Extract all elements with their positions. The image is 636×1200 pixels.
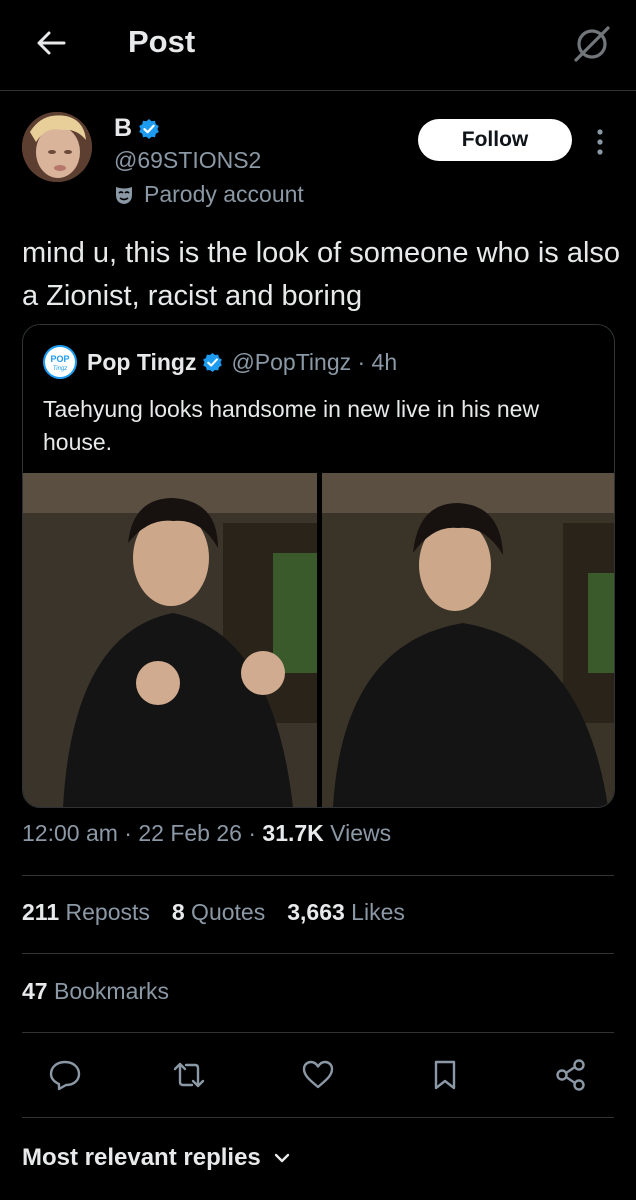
- divider: [22, 875, 614, 876]
- more-vertical-icon[interactable]: [590, 126, 610, 158]
- reply-icon[interactable]: [48, 1058, 82, 1092]
- grok-icon[interactable]: [570, 24, 614, 64]
- meta-separator: ·: [241, 820, 263, 846]
- divider: [22, 1117, 614, 1118]
- quoted-author-name[interactable]: Pop Tingz: [87, 349, 196, 376]
- media-photo-right[interactable]: [322, 473, 614, 807]
- svg-text:Tingz: Tingz: [53, 366, 68, 372]
- mask-icon: [116, 186, 132, 204]
- share-icon[interactable]: [554, 1058, 588, 1092]
- reposts-stat[interactable]: 211 Reposts: [22, 899, 150, 926]
- meta-separator: ·: [117, 820, 139, 846]
- quoted-author-avatar[interactable]: POP Tingz: [43, 345, 77, 379]
- quoted-handle-time: @PopTingz · 4h: [231, 348, 398, 375]
- parody-text: Parody account: [144, 181, 304, 207]
- divider: [22, 1032, 614, 1033]
- post-text: mind u, this is the look of someone who …: [22, 237, 621, 312]
- bookmarks-stat[interactable]: 47 Bookmarks: [22, 978, 169, 1005]
- author-display-name[interactable]: B: [114, 114, 132, 143]
- replies-sort-label: Most relevant replies: [22, 1144, 261, 1171]
- svg-text:POP: POP: [50, 354, 69, 364]
- bookmarks-label: Bookmarks: [47, 978, 170, 1004]
- follow-button[interactable]: Follow: [418, 119, 572, 161]
- likes-label: Likes: [344, 899, 405, 925]
- repost-icon[interactable]: [172, 1058, 206, 1092]
- quoted-media[interactable]: [23, 473, 614, 807]
- verified-badge-icon: [139, 118, 159, 139]
- top-bar: Post: [0, 0, 636, 91]
- views-count[interactable]: 31.7K: [262, 820, 323, 846]
- bookmark-icon[interactable]: [428, 1058, 462, 1092]
- quoted-post[interactable]: POP Tingz Pop Tingz @PopTingz · 4h Taehy…: [22, 324, 615, 808]
- author-avatar[interactable]: [22, 112, 92, 182]
- post-time: 12:00 am: [22, 820, 118, 846]
- replies-sort-dropdown[interactable]: Most relevant replies: [22, 1144, 291, 1172]
- page-title: Post: [128, 24, 196, 59]
- heart-icon[interactable]: [301, 1058, 335, 1092]
- chevron-down-icon: [274, 1153, 289, 1163]
- views-label[interactable]: Views: [324, 820, 391, 846]
- quoted-post-text: Taehyung looks handsome in new live in h…: [43, 396, 540, 455]
- quotes-label: Quotes: [184, 899, 266, 925]
- quotes-stat[interactable]: 8 Quotes: [172, 899, 265, 926]
- author-handle[interactable]: @69STIONS2: [114, 147, 261, 174]
- bookmarks-count: 47: [22, 978, 48, 1004]
- quoted-post-header: POP Tingz Pop Tingz @PopTingz · 4h: [43, 345, 397, 379]
- likes-stat[interactable]: 3,663 Likes: [287, 899, 405, 926]
- divider: [22, 953, 614, 954]
- quotes-count: 8: [171, 899, 185, 925]
- likes-count: 3,663: [287, 899, 345, 925]
- post-meta: 12:00 am · 22 Feb 26 · 31.7K Views: [22, 820, 391, 847]
- media-photo-left[interactable]: [23, 473, 317, 807]
- reposts-label: Reposts: [59, 899, 150, 925]
- verified-badge-icon: [203, 352, 223, 372]
- author-name-row[interactable]: B: [114, 114, 160, 143]
- parody-label: Parody account: [114, 181, 304, 208]
- reposts-count: 211: [22, 899, 60, 925]
- back-arrow-icon[interactable]: [34, 26, 68, 60]
- post-date: 22 Feb 26: [138, 820, 242, 846]
- engagement-stats: 211 Reposts 8 Quotes 3,663 Likes: [22, 899, 427, 926]
